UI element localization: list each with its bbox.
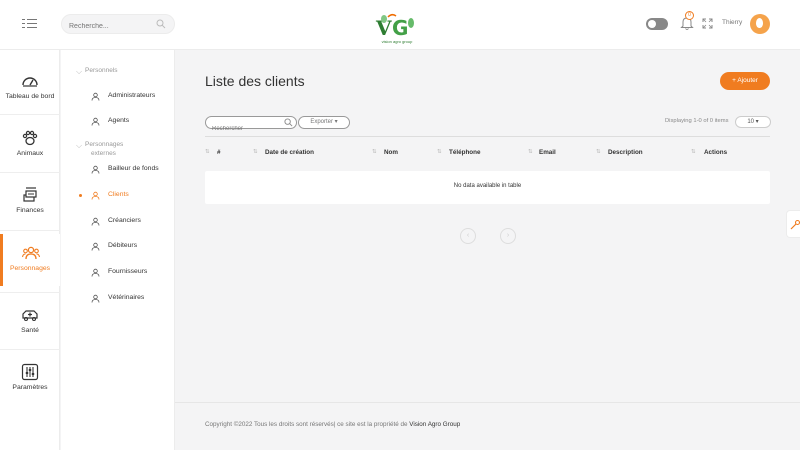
logo-text: vision agro group (381, 39, 413, 44)
column-header-number[interactable]: # (217, 149, 221, 156)
user-icon (91, 165, 100, 174)
table-search (205, 116, 297, 135)
global-search-input[interactable] (62, 17, 152, 36)
avatar[interactable] (750, 14, 770, 34)
sub-navigation: ⌵ Personnels Administrateurs Agents ⌵ Pers… (61, 50, 175, 450)
sort-icon[interactable]: ⇅ (372, 149, 377, 155)
footer-copyright: Copyright ©2022 Tous les droits sont rés… (205, 421, 410, 428)
user-icon (91, 191, 100, 200)
sort-icon[interactable]: ⇅ (691, 149, 696, 155)
empty-message: No data available in table (453, 183, 522, 189)
health-icon (22, 310, 38, 322)
pagination-summary: Displaying 1-0 of 0 items (665, 118, 729, 124)
sidebar-item-animals[interactable]: Animaux (0, 119, 60, 171)
people-icon (22, 246, 40, 260)
page-title: Liste des clients (205, 73, 305, 89)
active-indicator-dot (79, 194, 82, 197)
fullscreen-icon[interactable] (702, 18, 713, 29)
chevron-down-icon: ⌵ (76, 67, 83, 76)
notification-badge: 0 (685, 11, 694, 20)
sidebar-item-personnages[interactable]: Personnages (0, 234, 60, 286)
column-header-date[interactable]: Date de création (265, 149, 314, 156)
sort-icon[interactable]: ⇅ (205, 149, 210, 155)
footer-divider (175, 402, 800, 403)
sort-icon[interactable]: ⇅ (596, 149, 601, 155)
sidebar-label: Personnages (9, 265, 51, 272)
sidebar-item-sante[interactable]: Santé (0, 296, 60, 348)
divider (205, 136, 770, 137)
main-sidebar: Tableau de bord Animaux Finances Personn… (0, 50, 60, 450)
column-header-description[interactable]: Description (608, 149, 643, 156)
vision-agro-logo[interactable]: V G vision agro group (374, 13, 420, 47)
column-header-nom[interactable]: Nom (384, 149, 398, 156)
submenu-group-externes-line2: externes (91, 150, 116, 157)
sidebar-item-dashboard[interactable]: Tableau de bord (0, 62, 60, 114)
add-client-button[interactable]: + Ajouter (720, 72, 770, 90)
user-icon (91, 268, 100, 277)
search-icon[interactable] (156, 19, 166, 29)
table-empty-row: No data available in table (205, 171, 770, 204)
user-shield-icon (91, 92, 100, 101)
pagination-prev-button[interactable]: ‹ (460, 228, 476, 244)
submenu-group-personnels[interactable]: ⌵ Personnels (76, 67, 118, 77)
sidebar-label: Tableau de bord (5, 93, 55, 100)
sort-icon[interactable]: ⇅ (437, 149, 442, 155)
settings-icon (21, 363, 39, 381)
sidebar-item-parametres[interactable]: Paramètres (0, 353, 60, 405)
wrench-icon (790, 219, 800, 230)
sort-icon[interactable]: ⇅ (528, 149, 533, 155)
search-icon[interactable] (284, 118, 293, 127)
user-icon (91, 242, 100, 251)
column-header-email[interactable]: Email (539, 149, 556, 156)
main-content: Liste des clients + Ajouter Exporter ▾ D… (175, 50, 800, 450)
sort-icon[interactable]: ⇅ (253, 149, 258, 155)
export-dropdown[interactable]: Exporter ▾ (298, 116, 350, 129)
menu-toggle-icon[interactable] (22, 17, 38, 31)
user-icon (91, 217, 100, 226)
theme-toggle[interactable] (646, 18, 668, 30)
customizer-tab[interactable] (786, 210, 800, 238)
table-search-input[interactable] (206, 123, 278, 135)
user-icon (91, 117, 100, 126)
sidebar-item-finances[interactable]: Finances (0, 176, 60, 228)
dashboard-icon (22, 77, 38, 87)
per-page-select[interactable]: 10 ▾ (735, 116, 771, 128)
top-bar: V G vision agro group 0 Thierry (0, 0, 800, 50)
pagination-next-button[interactable]: › (500, 228, 516, 244)
user-icon (91, 294, 100, 303)
column-header-telephone[interactable]: Téléphone (449, 149, 481, 156)
column-header-actions: Actions (704, 149, 728, 156)
money-icon (23, 187, 37, 202)
paw-icon (22, 130, 38, 146)
chevron-down-icon: ⌵ (76, 141, 83, 150)
svg-text:G: G (392, 16, 408, 40)
sidebar-label: Paramètres (12, 384, 48, 391)
sidebar-label: Finances (16, 207, 44, 214)
username[interactable]: Thierry (722, 19, 742, 26)
footer-company-link[interactable]: Vision Agro Group (409, 421, 460, 428)
sidebar-label: Santé (21, 327, 39, 334)
global-search (61, 14, 175, 36)
footer: Copyright ©2022 Tous les droits sont rés… (205, 421, 460, 428)
sidebar-label: Animaux (16, 150, 44, 157)
